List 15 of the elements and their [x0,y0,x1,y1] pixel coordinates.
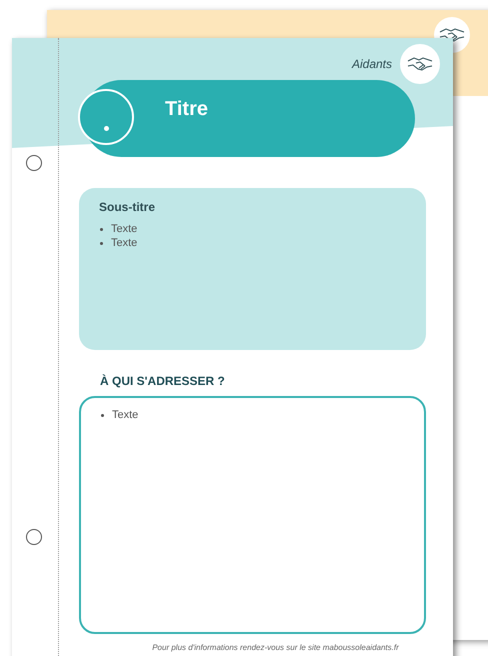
bullet-icon [100,242,103,244]
bullet-text: Texte [111,236,138,250]
punch-hole [26,529,42,545]
bullet-text: Texte [112,408,138,422]
footer-note: Pour plus d'informations rendez-vous sur le site maboussoleaidants.fr [152,642,399,654]
bullet-icon [101,414,104,416]
handshake-icon [407,55,433,73]
bullet-text: Texte [111,222,138,236]
hands-icon [439,26,465,44]
card-subtitle: Sous-titre [99,199,156,216]
contacts-heading: À QUI S'ADRESSER ? [100,373,226,390]
category-label: Aidants [352,56,392,73]
bullet-icon [100,228,103,230]
punch-hole [26,155,42,171]
page-title: Titre [165,97,208,122]
